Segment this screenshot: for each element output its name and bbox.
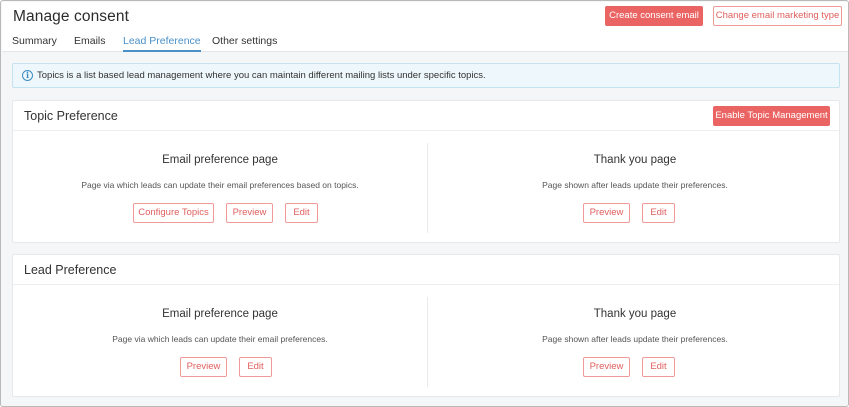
- section-description: Page shown after leads update their pref…: [542, 334, 728, 344]
- tab-lead-preference[interactable]: Lead Preference: [123, 35, 201, 52]
- page-title: Manage consent: [13, 8, 130, 25]
- topic-thank-you-section: Thank you page: [428, 154, 842, 166]
- preview-button[interactable]: Preview: [180, 357, 227, 377]
- info-icon: i: [22, 70, 33, 81]
- info-text: Topics is a list based lead management w…: [37, 70, 486, 81]
- section-title: Email preference page: [162, 154, 278, 166]
- preview-button[interactable]: Preview: [583, 203, 630, 223]
- topic-email-preference-section: Email preference page: [13, 154, 427, 166]
- topic-preference-title: Topic Preference: [24, 109, 118, 123]
- lead-thank-you-section: Thank you page: [428, 308, 842, 320]
- tab-summary[interactable]: Summary: [12, 35, 57, 52]
- edit-button[interactable]: Edit: [642, 357, 675, 377]
- section-description: Page via which leads can update their em…: [112, 334, 328, 344]
- preview-button[interactable]: Preview: [583, 357, 630, 377]
- tab-other-settings[interactable]: Other settings: [212, 35, 277, 52]
- info-banner: i Topics is a list based lead management…: [12, 63, 840, 88]
- edit-button[interactable]: Edit: [239, 357, 272, 377]
- section-description: Page via which leads can update their em…: [81, 180, 359, 190]
- section-title: Thank you page: [593, 154, 677, 166]
- edit-button[interactable]: Edit: [285, 203, 318, 223]
- lead-preference-title: Lead Preference: [24, 263, 117, 277]
- section-description-wrap: Page via which leads can update their em…: [13, 180, 427, 190]
- create-consent-email-button[interactable]: Create consent email: [605, 6, 703, 26]
- header-bar: Manage consent Create consent email Chan…: [2, 2, 848, 53]
- edit-button[interactable]: Edit: [642, 203, 675, 223]
- change-email-marketing-type-button[interactable]: Change email marketing type: [713, 6, 842, 26]
- section-description-wrap: Page via which leads can update their em…: [13, 334, 427, 344]
- section-description-wrap: Page shown after leads update their pref…: [428, 180, 842, 190]
- preview-button[interactable]: Preview: [226, 203, 273, 223]
- section-title: Email preference page: [162, 308, 278, 320]
- section-title: Thank you page: [593, 308, 677, 320]
- card-divider: [13, 130, 839, 131]
- configure-topics-button[interactable]: Configure Topics: [133, 203, 214, 223]
- lead-preference-card: Lead Preference Email preference page Pa…: [12, 254, 840, 397]
- tab-bar: Summary Emails Lead Preference Other set…: [2, 35, 848, 53]
- topic-preference-card: Topic Preference Enable Topic Management…: [12, 100, 840, 243]
- app-window: Manage consent Create consent email Chan…: [0, 0, 849, 407]
- card-divider: [13, 284, 839, 285]
- section-description-wrap: Page shown after leads update their pref…: [428, 334, 842, 344]
- enable-topic-management-button[interactable]: Enable Topic Management: [713, 106, 830, 126]
- tab-emails[interactable]: Emails: [74, 35, 106, 52]
- section-description: Page shown after leads update their pref…: [542, 180, 728, 190]
- lead-email-preference-section: Email preference page: [13, 308, 427, 320]
